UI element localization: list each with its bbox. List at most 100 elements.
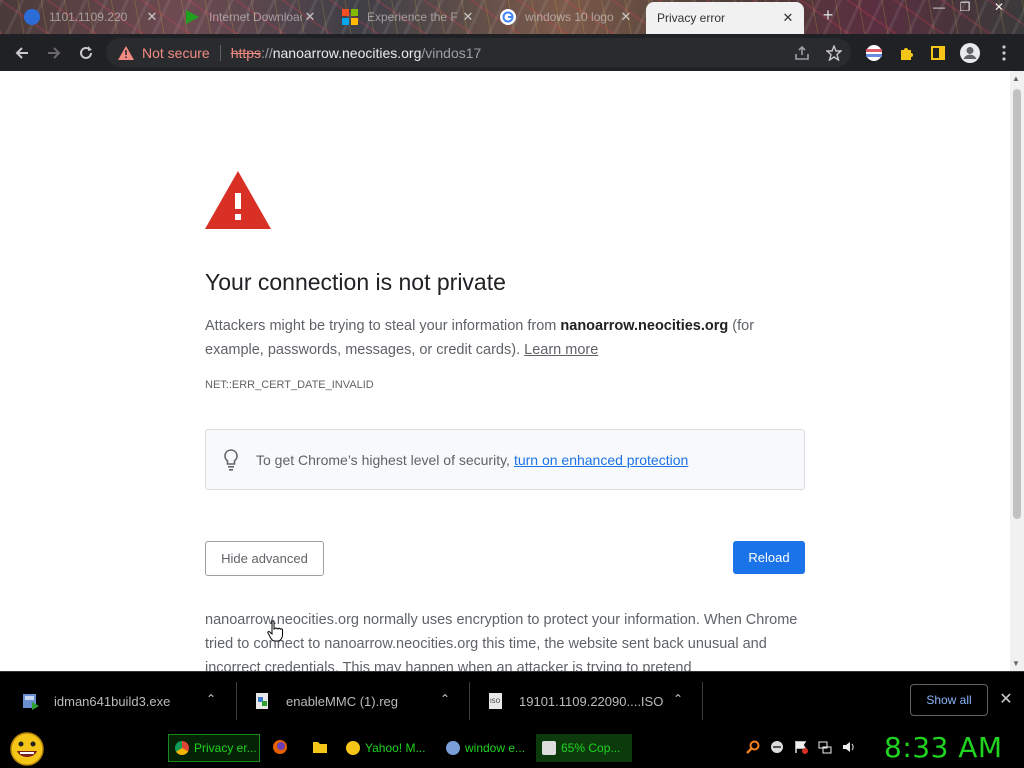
taskbar: Privacy er... Yahoo! M... window e... 65…	[0, 729, 1024, 768]
extensions-button[interactable]	[892, 39, 920, 67]
bookmark-button[interactable]	[820, 39, 848, 67]
download-item[interactable]: enableMMC (1).reg ⌃	[254, 672, 464, 730]
tab-title: 1101.1109.220	[49, 10, 128, 24]
scrollbar-thumb[interactable]	[1013, 89, 1021, 519]
tab-2[interactable]: Internet Download ✕	[176, 2, 326, 32]
desc-host: nanoarrow.neocities.org	[560, 318, 729, 334]
divider	[702, 682, 703, 720]
vertical-scrollbar[interactable]: ▲ ▼	[1010, 71, 1024, 671]
close-tab-icon[interactable]: ✕	[780, 10, 796, 26]
chevron-up-icon[interactable]: ⌃	[206, 692, 216, 706]
network-icon[interactable]	[818, 740, 832, 754]
download-filename: idman641build3.exe	[54, 693, 171, 709]
taskbar-button-label: window e...	[465, 741, 526, 755]
tab-3[interactable]: Experience the F ✕	[334, 2, 484, 32]
tab-4[interactable]: windows 10 logo ✕	[492, 2, 642, 32]
system-clock[interactable]: 8:33 AM	[884, 731, 1003, 764]
svg-text:ISO: ISO	[490, 698, 501, 705]
close-tab-icon[interactable]: ✕	[460, 9, 476, 25]
close-icon[interactable]: ✕	[997, 689, 1015, 708]
url-separator: ://	[261, 44, 273, 61]
close-tab-icon[interactable]: ✕	[302, 9, 318, 25]
url-scheme: https	[230, 44, 262, 61]
hand-cursor-icon	[267, 620, 283, 642]
menu-button[interactable]	[990, 39, 1018, 67]
taskbar-button-label: Privacy er...	[194, 741, 257, 755]
browser-toolbar: Not secure https :// nanoarrow.neocities…	[0, 34, 1024, 71]
learn-more-link[interactable]: Learn more	[524, 342, 598, 358]
folder-icon[interactable]	[312, 739, 328, 755]
hide-advanced-button[interactable]: Hide advanced	[205, 541, 324, 576]
taskbar-button-chrome[interactable]: Privacy er...	[168, 734, 260, 762]
scroll-down-icon[interactable]: ▼	[1012, 659, 1020, 668]
start-button-smiley-icon[interactable]	[8, 731, 46, 767]
new-tab-button[interactable]: +	[818, 5, 838, 27]
side-panel-button[interactable]	[924, 39, 952, 67]
scroll-up-icon[interactable]: ▲	[1012, 74, 1020, 83]
warning-icon	[118, 45, 134, 60]
chevron-up-icon[interactable]: ⌃	[673, 692, 683, 706]
chevron-up-icon[interactable]: ⌃	[440, 692, 450, 706]
download-filename: 19101.1109.22090....ISO	[519, 693, 664, 709]
download-filename: enableMMC (1).reg	[286, 693, 398, 709]
iso-file-icon: ISO	[489, 693, 502, 709]
taskbar-button-label: Yahoo! M...	[365, 741, 426, 755]
star-icon	[826, 45, 842, 61]
close-tab-icon[interactable]: ✕	[618, 9, 634, 25]
tab-active-privacy-error[interactable]: Privacy error ✕	[646, 2, 804, 34]
warning-description: Attackers might be trying to steal your …	[205, 314, 805, 362]
taskbar-button-window[interactable]: window e...	[440, 734, 532, 762]
puzzle-icon	[901, 48, 913, 60]
extension-flag-button[interactable]	[860, 39, 888, 67]
share-button[interactable]	[788, 39, 816, 67]
divider	[236, 682, 237, 720]
profile-button[interactable]	[956, 39, 984, 67]
close-tab-icon[interactable]: ✕	[144, 9, 160, 25]
tab-favicon-icon	[342, 9, 358, 25]
flag-extension-icon	[866, 45, 882, 61]
minus-circle-icon[interactable]	[770, 740, 784, 754]
url-path: /vindos17	[421, 44, 482, 61]
share-icon	[795, 45, 809, 60]
security-status[interactable]: Not secure	[142, 45, 210, 61]
reload-icon	[80, 46, 92, 59]
address-bar[interactable]: Not secure https :// nanoarrow.neocities…	[106, 38, 851, 67]
tab-strip: 1101.1109.220 ✕ Internet Download ✕ Expe…	[0, 0, 1024, 34]
download-item[interactable]: ISO 19101.1109.22090....ISO ⌃	[487, 672, 697, 730]
tab-title: Experience the F	[367, 10, 458, 24]
taskbar-button-7zip[interactable]: 65% Cop...	[536, 734, 632, 762]
forward-arrow-icon	[48, 47, 61, 59]
yahoo-smiley-icon	[346, 741, 360, 755]
tab-1[interactable]: 1101.1109.220 ✕	[16, 2, 168, 32]
chrome-icon	[175, 741, 189, 755]
protection-text: To get Chrome’s highest level of securit…	[256, 451, 510, 468]
enhanced-protection-link[interactable]: turn on enhanced protection	[514, 452, 688, 468]
restore-button[interactable]: ❐	[952, 0, 978, 16]
page-title: Your connection is not private	[205, 269, 506, 295]
close-window-button[interactable]: ✕	[986, 0, 1012, 16]
google-icon	[500, 9, 516, 25]
tab-favicon-icon	[24, 9, 40, 25]
back-button[interactable]	[8, 39, 36, 67]
advanced-details: nanoarrow.neocities.org normally uses en…	[205, 612, 798, 671]
exe-file-icon	[23, 694, 39, 710]
tab-title: windows 10 logo	[525, 10, 614, 24]
avatar-icon	[960, 43, 980, 63]
show-all-button[interactable]: Show all	[910, 684, 988, 716]
reload-page-button[interactable]: Reload	[733, 541, 805, 574]
download-item[interactable]: idman641build3.exe ⌃	[22, 672, 232, 730]
side-panel-icon	[931, 46, 945, 60]
reload-button[interactable]	[72, 39, 100, 67]
firefox-icon[interactable]	[272, 739, 288, 755]
flag-alert-icon[interactable]	[794, 740, 808, 754]
minimize-button[interactable]: —	[926, 0, 952, 16]
forward-button[interactable]	[40, 39, 68, 67]
taskbar-button-label: 65% Cop...	[561, 741, 621, 755]
divider	[469, 682, 470, 720]
download-shelf: idman641build3.exe ⌃ enableMMC (1).reg ⌃…	[0, 671, 1024, 729]
volume-icon[interactable]	[842, 740, 856, 754]
search-icon[interactable]	[746, 740, 760, 754]
kebab-menu-icon	[1002, 45, 1006, 61]
taskbar-button-yahoo[interactable]: Yahoo! M...	[340, 734, 432, 762]
desc-prefix: Attackers might be trying to steal your …	[205, 318, 561, 334]
